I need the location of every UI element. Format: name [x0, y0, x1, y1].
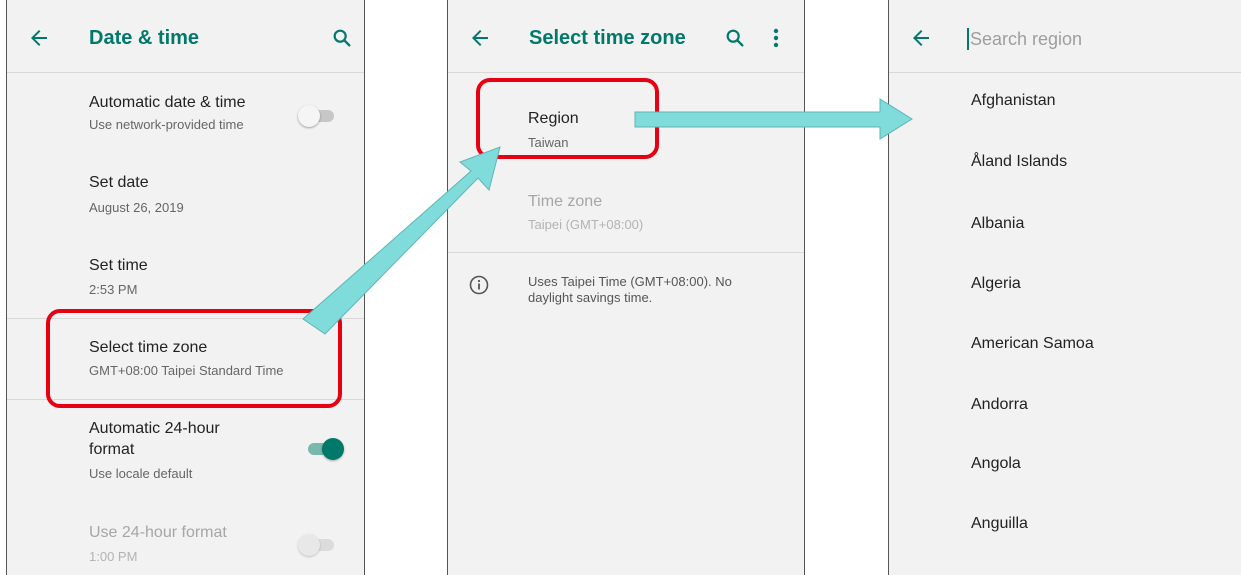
time-zone-row: Time zone Taipei (GMT+08:00) [448, 170, 804, 250]
page-title: Date & time [89, 27, 200, 49]
time-zone-info: Uses Taipei Time (GMT+08:00). No dayligh… [448, 253, 804, 323]
list-item[interactable]: Anguilla [971, 515, 1028, 533]
set-time-label: Set time [89, 257, 148, 274]
region-highlight [476, 78, 659, 159]
set-time-value: 2:53 PM [89, 282, 138, 297]
search-region-input[interactable]: Search region [967, 27, 1227, 53]
list-item[interactable]: Angola [971, 455, 1021, 473]
select-time-zone-highlight [46, 309, 342, 408]
info-text-line2: daylight savings time. [528, 290, 653, 305]
automatic-date-time-summary: Use network-provided time [89, 117, 244, 132]
app-bar: Search region [889, 0, 1241, 73]
set-date-label: Set date [89, 174, 149, 191]
app-bar: Date & time [7, 0, 364, 73]
automatic-date-time-label: Automatic date & time [89, 94, 246, 111]
back-arrow-icon[interactable] [27, 26, 51, 50]
info-icon [468, 274, 490, 296]
automatic-24-hour-summary: Use locale default [89, 466, 193, 481]
date-time-screen: Date & time Automatic date & time Use ne… [6, 0, 365, 575]
automatic-date-time-switch[interactable] [298, 104, 340, 128]
list-item[interactable]: Algeria [971, 275, 1021, 293]
search-icon[interactable] [331, 27, 353, 49]
automatic-date-time-row[interactable]: Automatic date & time Use network-provid… [7, 73, 364, 155]
info-text-line1: Uses Taipei Time (GMT+08:00). No [528, 274, 732, 289]
time-zone-label: Time zone [528, 193, 603, 210]
back-arrow-icon[interactable] [468, 26, 492, 50]
use-24-hour-switch [298, 533, 340, 557]
list-item[interactable]: Albania [971, 215, 1024, 233]
app-bar: Select time zone [448, 0, 804, 73]
use-24-hour-label: Use 24-hour format [89, 524, 227, 541]
set-time-row[interactable]: Set time 2:53 PM [7, 240, 364, 318]
use-24-hour-row: Use 24-hour format 1:00 PM [7, 505, 364, 575]
back-arrow-icon[interactable] [909, 26, 933, 50]
list-item[interactable]: American Samoa [971, 335, 1094, 353]
more-options-icon[interactable] [769, 27, 783, 49]
text-caret [967, 28, 969, 50]
time-zone-value: Taipei (GMT+08:00) [528, 217, 644, 232]
page-title: Select time zone [529, 27, 686, 49]
set-date-row[interactable]: Set date August 26, 2019 [7, 158, 364, 238]
automatic-24-hour-label-line1: Automatic 24-hour [89, 420, 220, 437]
set-date-value: August 26, 2019 [89, 200, 184, 215]
automatic-24-hour-row[interactable]: Automatic 24-hour format Use locale defa… [7, 400, 364, 496]
list-item[interactable]: Åland Islands [971, 153, 1067, 171]
list-item[interactable]: Andorra [971, 396, 1028, 414]
automatic-24-hour-label-line2: format [89, 441, 135, 458]
use-24-hour-summary: 1:00 PM [89, 549, 138, 564]
list-item[interactable]: Afghanistan [971, 92, 1056, 110]
search-region-screen: Search region Afghanistan Åland Islands … [888, 0, 1241, 575]
search-placeholder: Search region [970, 29, 1083, 49]
search-icon[interactable] [724, 27, 746, 49]
automatic-24-hour-switch[interactable] [302, 437, 344, 461]
